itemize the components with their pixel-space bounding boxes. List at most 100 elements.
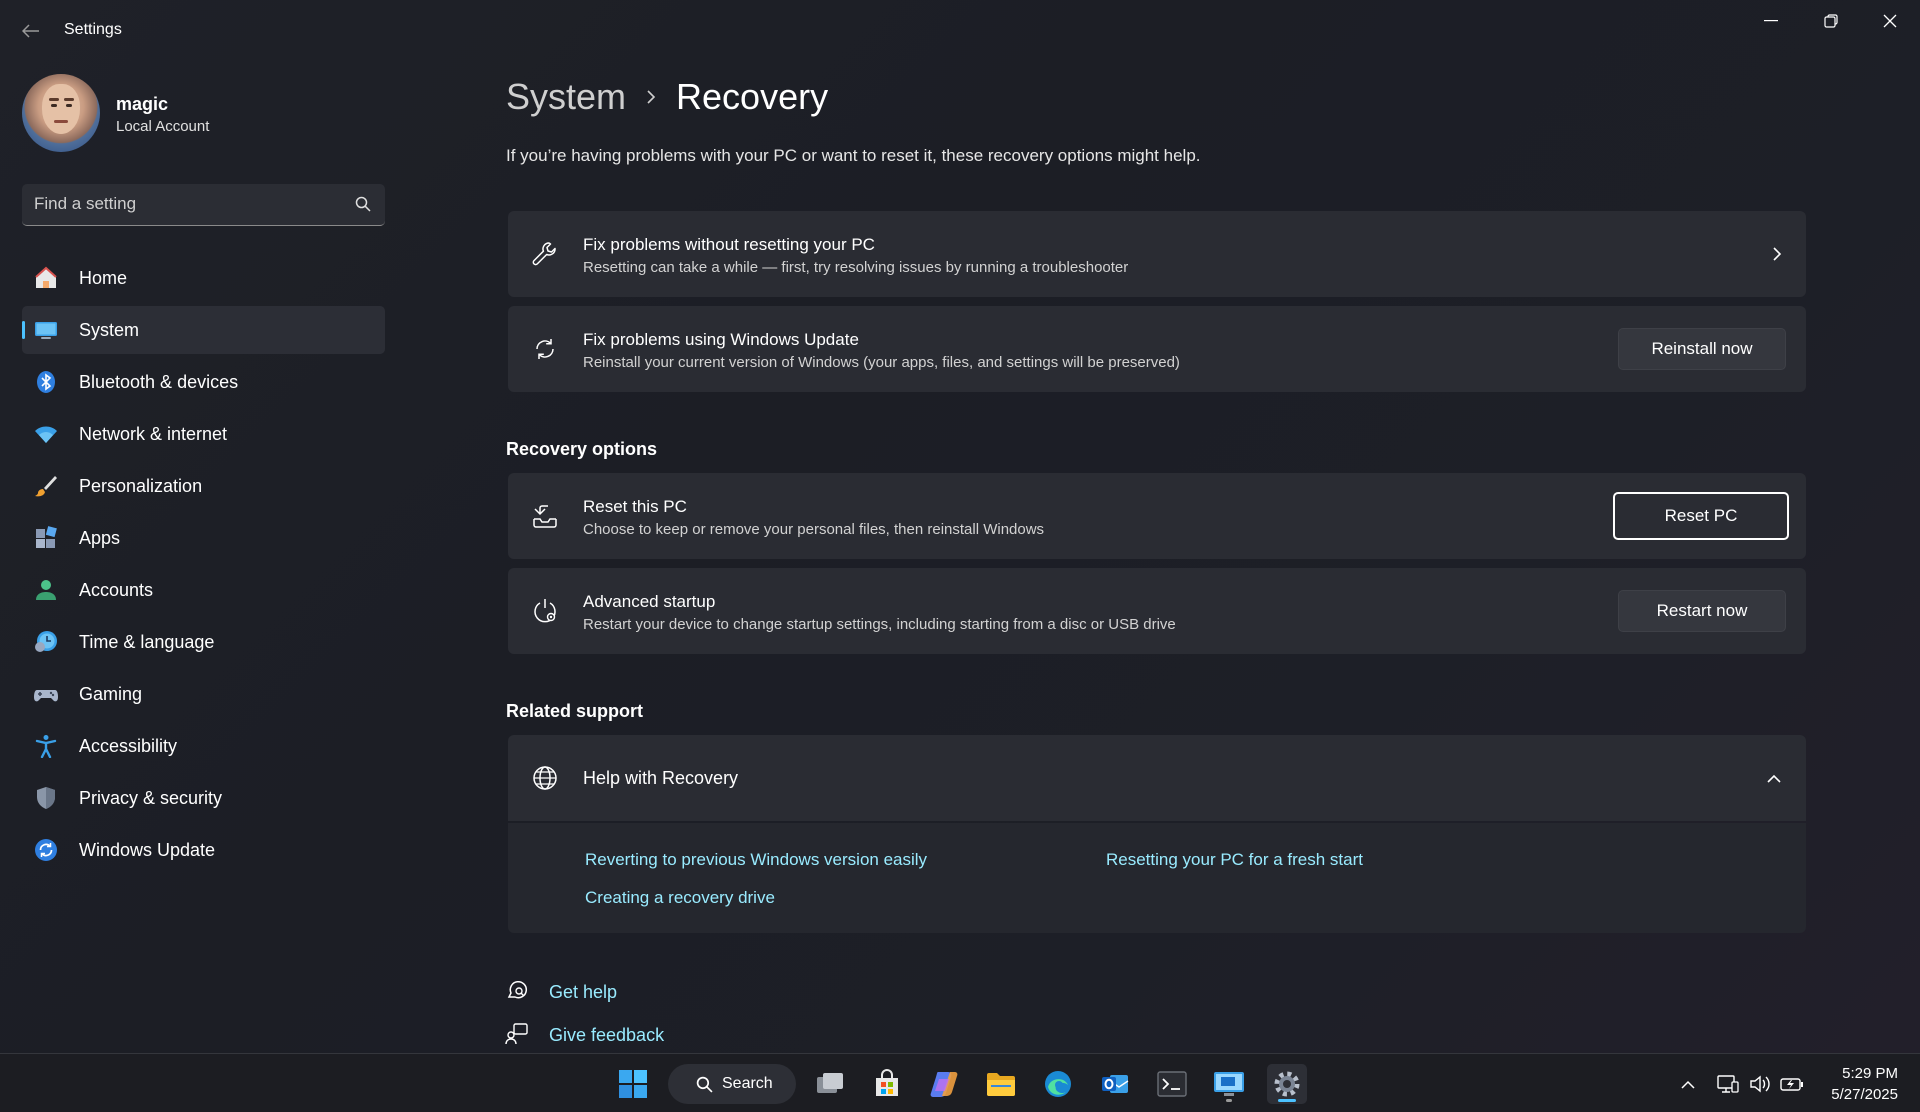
- minimize-icon: [1764, 20, 1778, 22]
- windows-update-icon: [35, 839, 57, 861]
- user-name: magic: [116, 94, 169, 114]
- sidebar-item-network[interactable]: Network & internet: [22, 410, 385, 458]
- taskbar-search[interactable]: Search: [668, 1064, 796, 1104]
- outlook-icon: [1102, 1075, 1129, 1093]
- sidebar-item-label: Accessibility: [79, 736, 178, 756]
- back-button[interactable]: [18, 18, 44, 44]
- network-monitor-icon: [1717, 1075, 1739, 1093]
- get-help-link[interactable]: Get help: [549, 982, 617, 1003]
- breadcrumb-parent[interactable]: System: [506, 76, 626, 118]
- page-description: If you’re having problems with your PC o…: [506, 146, 1201, 165]
- find-setting-search[interactable]: [22, 184, 385, 226]
- card-title: Fix problems using Windows Update: [583, 330, 859, 349]
- globe-icon: [530, 763, 560, 793]
- card-description: Resetting can take a while — first, try …: [583, 259, 1129, 276]
- sidebar-item-system[interactable]: System: [22, 306, 385, 354]
- copilot-button[interactable]: [924, 1064, 964, 1104]
- reinstall-now-button[interactable]: Reinstall now: [1618, 328, 1786, 370]
- give-feedback-link[interactable]: Give feedback: [549, 1025, 664, 1046]
- accounts-icon: [36, 580, 56, 600]
- battery-tray-button[interactable]: [1780, 1072, 1804, 1096]
- taskbar-search-label: Search: [722, 1075, 773, 1092]
- restart-now-button[interactable]: Restart now: [1618, 590, 1786, 632]
- minimize-button[interactable]: [1747, 6, 1795, 36]
- running-indicator: [1226, 1099, 1232, 1102]
- card-title: Advanced startup: [583, 592, 716, 611]
- search-input[interactable]: [34, 184, 334, 224]
- copilot-icon: [930, 1072, 958, 1097]
- link-reverting-windows[interactable]: Reverting to previous Windows version ea…: [585, 850, 927, 870]
- file-explorer-button[interactable]: [981, 1064, 1021, 1104]
- restore-icon: [1824, 14, 1838, 28]
- app-title: Settings: [64, 21, 122, 38]
- start-button[interactable]: [613, 1064, 653, 1104]
- sidebar-item-time-language[interactable]: Time & language: [22, 618, 385, 666]
- wifi-icon: [35, 426, 57, 443]
- taskbar-clock[interactable]: 5:29 PM 5/27/2025: [1831, 1063, 1898, 1105]
- chevron-right-icon[interactable]: [1772, 246, 1782, 267]
- fix-without-reset-card[interactable]: Fix problems without resetting your PC R…: [508, 211, 1806, 297]
- help-links-panel: Reverting to previous Windows version ea…: [508, 823, 1806, 933]
- settings-window: Settings magic Local Account Ho: [0, 0, 1920, 1053]
- title-bar: Settings: [0, 0, 1920, 60]
- search-icon[interactable]: [355, 196, 371, 212]
- sidebar-item-label: Time & language: [79, 632, 215, 652]
- chevron-up-icon[interactable]: [1766, 771, 1782, 789]
- sidebar-item-home[interactable]: Home: [22, 254, 385, 302]
- sidebar-item-accessibility[interactable]: Accessibility: [22, 722, 385, 770]
- edge-icon: [1045, 1071, 1071, 1097]
- link-resetting-pc[interactable]: Resetting your PC for a fresh start: [1106, 850, 1363, 870]
- terminal-icon: [1157, 1071, 1187, 1097]
- help-with-recovery-header[interactable]: Help with Recovery: [508, 735, 1806, 821]
- sidebar-item-label: Gaming: [79, 684, 143, 704]
- edge-button[interactable]: [1038, 1064, 1078, 1104]
- sidebar-item-apps[interactable]: Apps: [22, 514, 385, 562]
- outlook-button[interactable]: [1095, 1064, 1135, 1104]
- store-button[interactable]: [867, 1064, 907, 1104]
- sidebar-item-label: Accounts: [79, 580, 154, 600]
- close-icon: [1883, 14, 1897, 28]
- sidebar-item-windows-update[interactable]: Windows Update: [22, 826, 385, 874]
- feedback-icon: [505, 1022, 529, 1051]
- sidebar-item-privacy-security[interactable]: Privacy & security: [22, 774, 385, 822]
- card-description: Choose to keep or remove your personal f…: [583, 521, 1045, 538]
- terminal-button[interactable]: [1152, 1064, 1192, 1104]
- accessibility-icon: [35, 735, 57, 758]
- card-title: Reset this PC: [583, 497, 687, 516]
- reset-pc-button[interactable]: Reset PC: [1613, 492, 1789, 540]
- sidebar-item-label: Personalization: [79, 476, 203, 496]
- breadcrumb-separator-icon: [646, 89, 656, 105]
- task-view-icon: [817, 1073, 843, 1093]
- volume-tray-button[interactable]: [1748, 1072, 1772, 1096]
- search-icon: [696, 1076, 713, 1093]
- related-support-heading: Related support: [506, 701, 644, 721]
- task-view-button[interactable]: [810, 1064, 850, 1104]
- network-tray-button[interactable]: [1716, 1072, 1740, 1096]
- chevron-up-icon: [1681, 1080, 1695, 1089]
- settings-taskbar-button[interactable]: [1267, 1064, 1307, 1104]
- sidebar-item-accounts[interactable]: Accounts: [22, 566, 385, 614]
- show-hidden-icons-button[interactable]: [1676, 1072, 1700, 1096]
- sidebar-item-gaming[interactable]: Gaming: [22, 670, 385, 718]
- bluetooth-icon: [37, 371, 55, 393]
- sidebar-item-label: Home: [79, 268, 128, 288]
- folder-icon: [987, 1073, 1015, 1096]
- remote-desktop-button[interactable]: [1209, 1064, 1249, 1104]
- close-button[interactable]: [1866, 6, 1914, 36]
- link-recovery-drive[interactable]: Creating a recovery drive: [585, 888, 775, 908]
- sidebar-item-personalization[interactable]: Personalization: [22, 462, 385, 510]
- avatar[interactable]: [22, 74, 100, 152]
- page-title: Recovery: [676, 76, 829, 117]
- sidebar-item-label: Bluetooth & devices: [79, 372, 239, 392]
- windows-logo-icon: [619, 1070, 647, 1098]
- home-icon: [35, 266, 57, 288]
- sidebar-item-label: Windows Update: [79, 840, 216, 860]
- clock-date: 5/27/2025: [1831, 1086, 1898, 1103]
- restore-button[interactable]: [1807, 6, 1855, 36]
- active-indicator: [1278, 1099, 1296, 1102]
- sidebar-item-bluetooth[interactable]: Bluetooth & devices: [22, 358, 385, 406]
- breadcrumb: System Recovery: [506, 74, 828, 120]
- card-description: Reinstall your current version of Window…: [583, 354, 1180, 371]
- sidebar-item-label: System: [79, 320, 140, 340]
- microsoft-store-icon: [876, 1069, 898, 1096]
